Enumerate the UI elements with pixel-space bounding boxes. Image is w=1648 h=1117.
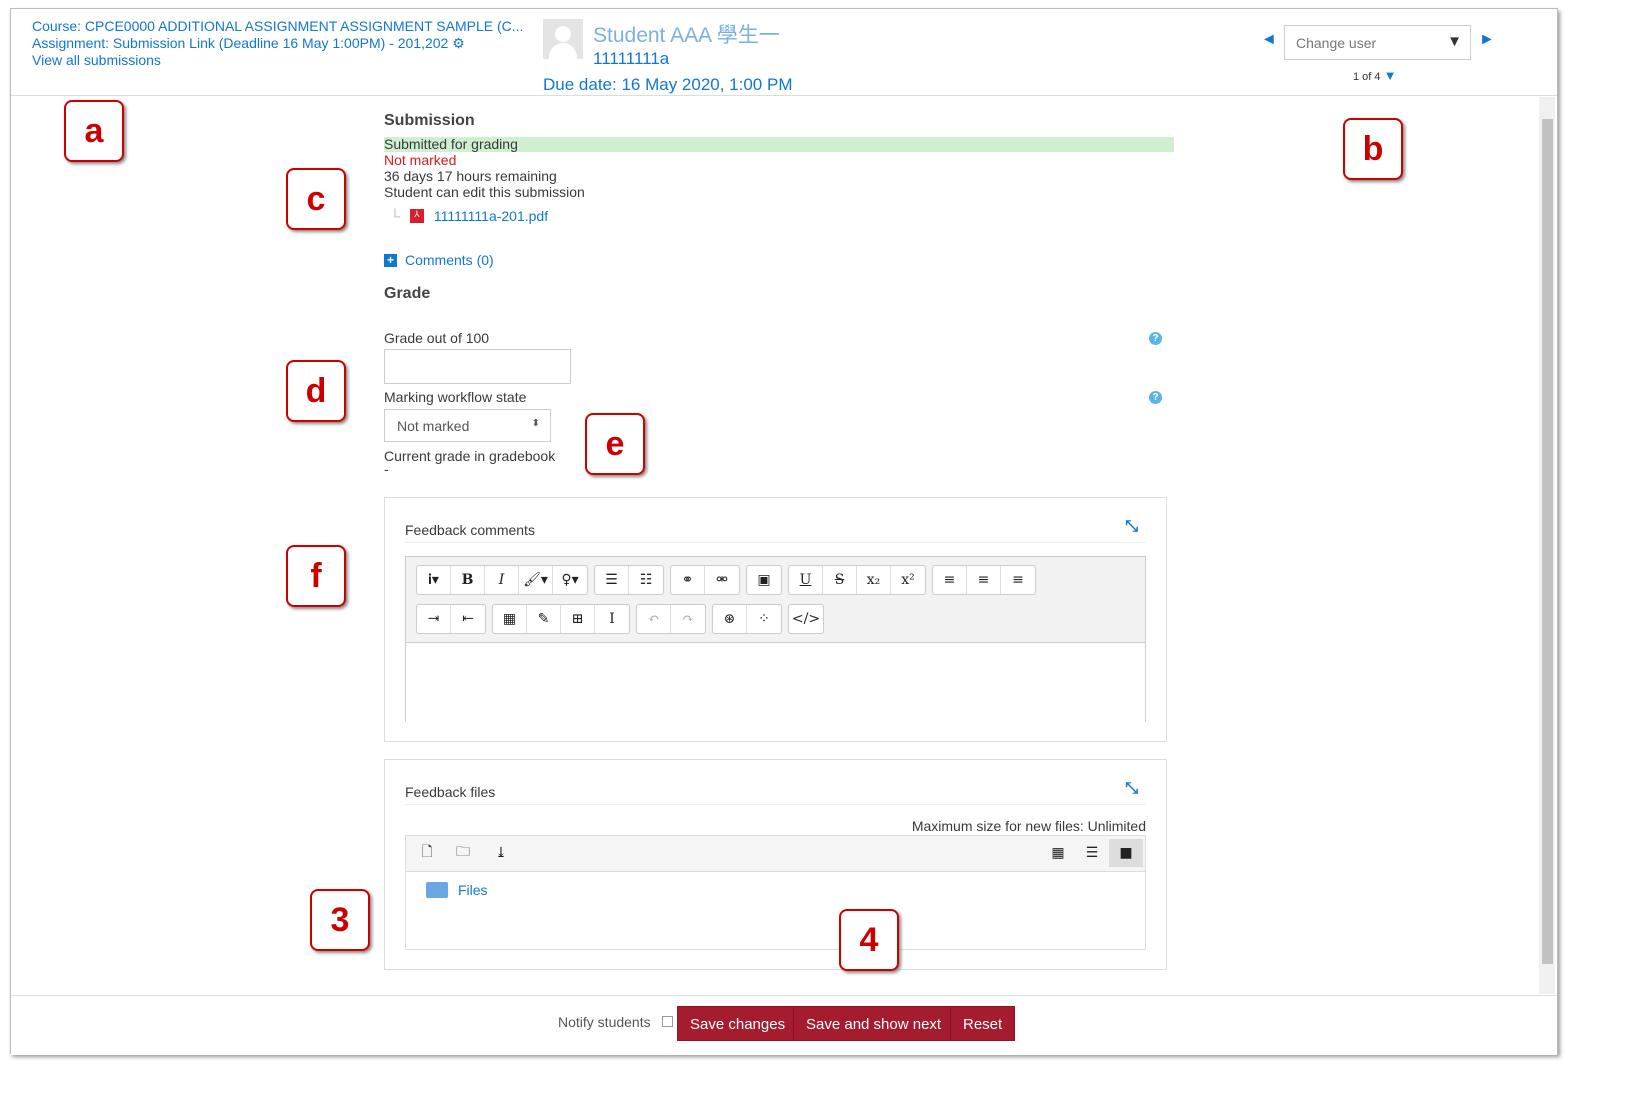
callout-c: c (286, 168, 346, 230)
italic-button[interactable]: I (485, 566, 519, 594)
download-icon[interactable]: ⤓ (484, 839, 518, 867)
indent-button[interactable]: ⇥ (417, 605, 451, 633)
submission-status: Submitted for grading (384, 137, 1174, 152)
files-folder-link[interactable]: Files (458, 882, 488, 898)
callout-4: 4 (839, 909, 899, 971)
avatar (543, 19, 583, 59)
workflow-label: Marking workflow state? (384, 389, 1174, 405)
bold-button[interactable]: B (451, 566, 485, 594)
grade-label: Grade out of 100? (384, 330, 1174, 346)
footer: Notify students Save changes Save and sh… (11, 995, 1557, 1055)
expand-icon[interactable]: ⤡ (1125, 518, 1138, 536)
create-folder-icon[interactable]: 🗀 (446, 839, 480, 867)
student-id[interactable]: 11111111a (593, 49, 669, 69)
dropdown-arrow-icon: ▼ (1447, 33, 1462, 50)
numbered-list-button[interactable]: ☷ (629, 566, 663, 594)
redo-button[interactable]: ↷ (671, 605, 705, 633)
unlink-button[interactable]: ⚮ (705, 566, 739, 594)
current-grade-value: - (384, 461, 389, 477)
select-arrows-icon: ⬍ (531, 418, 540, 429)
callout-f: f (286, 545, 346, 607)
align-center-button[interactable]: ≡ (967, 566, 1001, 594)
student-name[interactable]: Student AAA 學生一 (593, 19, 780, 49)
edit-note: Student can edit this submission (384, 184, 585, 200)
course-link[interactable]: Course: CPCE0000 ADDITIONAL ASSIGNMENT A… (32, 18, 523, 35)
scrollbar[interactable] (1539, 97, 1555, 994)
time-remaining: 36 days 17 hours remaining (384, 168, 557, 184)
table-button[interactable]: ⊞ (561, 605, 595, 633)
outdent-button[interactable]: ⇤ (451, 605, 485, 633)
list-view-icon[interactable]: ☰ (1075, 839, 1109, 867)
previous-user-arrow-icon[interactable]: ◄ (1261, 31, 1277, 49)
marking-workflow-select[interactable]: Not marked ⬍ (384, 409, 551, 442)
folder-icon (426, 882, 448, 898)
view-all-submissions-link[interactable]: View all submissions (32, 52, 161, 69)
callout-3: 3 (310, 889, 370, 951)
icon-view-icon[interactable]: ▦ (1041, 839, 1075, 867)
background-color-button[interactable]: ♀▾ (553, 566, 587, 594)
save-changes-button[interactable]: Save changes (677, 1006, 799, 1041)
font-color-button[interactable]: 🖌▾ (519, 566, 553, 594)
grading-status: Not marked (384, 152, 457, 168)
bullet-list-button[interactable]: ☰ (595, 566, 629, 594)
paragraph-styles-button[interactable]: 𝐢▾ (417, 566, 451, 594)
undo-button[interactable]: ↶ (637, 605, 671, 633)
user-count: 1 of 4 (1353, 71, 1381, 83)
next-user-arrow-icon[interactable]: ► (1479, 31, 1495, 49)
notify-students-checkbox[interactable] (662, 1016, 673, 1027)
align-left-button[interactable]: ≡ (933, 566, 967, 594)
feedback-comments-label: Feedback comments (405, 522, 1146, 543)
header: Course: CPCE0000 ADDITIONAL ASSIGNMENT A… (11, 9, 1557, 96)
link-button[interactable]: ⚭ (671, 566, 705, 594)
pdf-icon: ⅄ (409, 209, 424, 223)
special-chars-button[interactable]: ✎ (527, 605, 561, 633)
strikethrough-button[interactable]: S (823, 566, 857, 594)
submission-heading: Submission (384, 112, 475, 129)
screenreader-helper-button[interactable]: ⁘ (747, 605, 781, 633)
change-user-select[interactable]: Change user ▼ (1284, 25, 1471, 60)
plus-icon[interactable]: + (384, 253, 397, 267)
current-grade-label: Current grade in gradebook (384, 448, 556, 464)
main-content: Submission Submitted for grading Not mar… (384, 104, 1174, 477)
feedback-comments-section: Feedback comments ⤡ 𝐢▾ B I 🖌▾ ♀▾ ☰ ☷ ⚭ ⚮ ▣ U Sx₂ x² ≡… (384, 497, 1167, 742)
help-icon[interactable]: ? (1149, 332, 1162, 345)
max-size-note: Maximum size for new files: Unlimited (911, 818, 1146, 834)
feedback-files-label: Feedback files (405, 784, 1146, 805)
image-button[interactable]: ▣ (747, 566, 781, 594)
add-file-icon[interactable]: 🗋 (410, 839, 444, 867)
reset-button[interactable]: Reset (950, 1006, 1016, 1041)
html-button[interactable]: </> (789, 605, 823, 633)
scrollbar-thumb[interactable] (1542, 119, 1553, 964)
submission-file-link[interactable]: 11111111a-201.pdf (434, 208, 548, 224)
callout-e: e (585, 413, 645, 475)
change-user-placeholder: Change user (1296, 35, 1377, 51)
due-date: Due date: 16 May 2020, 1:00 PM (543, 75, 793, 94)
save-and-show-next-button[interactable]: Save and show next (793, 1006, 955, 1041)
superscript-button[interactable]: x² (891, 566, 925, 594)
tree-view-icon[interactable]: ■ (1109, 839, 1143, 867)
grade-input[interactable] (384, 349, 571, 384)
filter-icon[interactable]: ▼ (1384, 68, 1397, 83)
feedback-files-section: Feedback files ⤡ Maximum size for new fi… (384, 759, 1167, 970)
notify-students-label: Notify students (558, 1014, 651, 1030)
comments-link[interactable]: Comments (0) (405, 252, 494, 268)
expand-icon[interactable]: ⤡ (1125, 780, 1138, 798)
callout-b: b (1343, 118, 1403, 180)
help-icon[interactable]: ? (1149, 391, 1162, 404)
underline-button[interactable]: U (789, 566, 823, 594)
clear-formatting-button[interactable]: I (595, 605, 629, 633)
accessibility-checker-button[interactable]: ⊛ (713, 605, 747, 633)
align-right-button[interactable]: ≡ (1001, 566, 1035, 594)
callout-a: a (64, 100, 124, 162)
subscript-button[interactable]: x₂ (857, 566, 891, 594)
grading-window: Course: CPCE0000 ADDITIONAL ASSIGNMENT A… (10, 8, 1558, 1055)
callout-d: d (286, 360, 346, 422)
editor: 𝐢▾ B I 🖌▾ ♀▾ ☰ ☷ ⚭ ⚮ ▣ U Sx₂ x² ≡ ≡ ≡ ⇥ ⇤ ▦ ✎ ⊞ I ↶ ↷ ⊛ ⁘ </> (405, 556, 1146, 722)
equation-button[interactable]: ▦ (493, 605, 527, 633)
assignment-link[interactable]: Assignment: Submission Link (Deadline 16… (32, 35, 448, 51)
grade-heading: Grade (384, 285, 431, 302)
gear-icon[interactable]: ⚙ (452, 35, 465, 51)
feedback-comments-textarea[interactable] (406, 642, 1145, 722)
